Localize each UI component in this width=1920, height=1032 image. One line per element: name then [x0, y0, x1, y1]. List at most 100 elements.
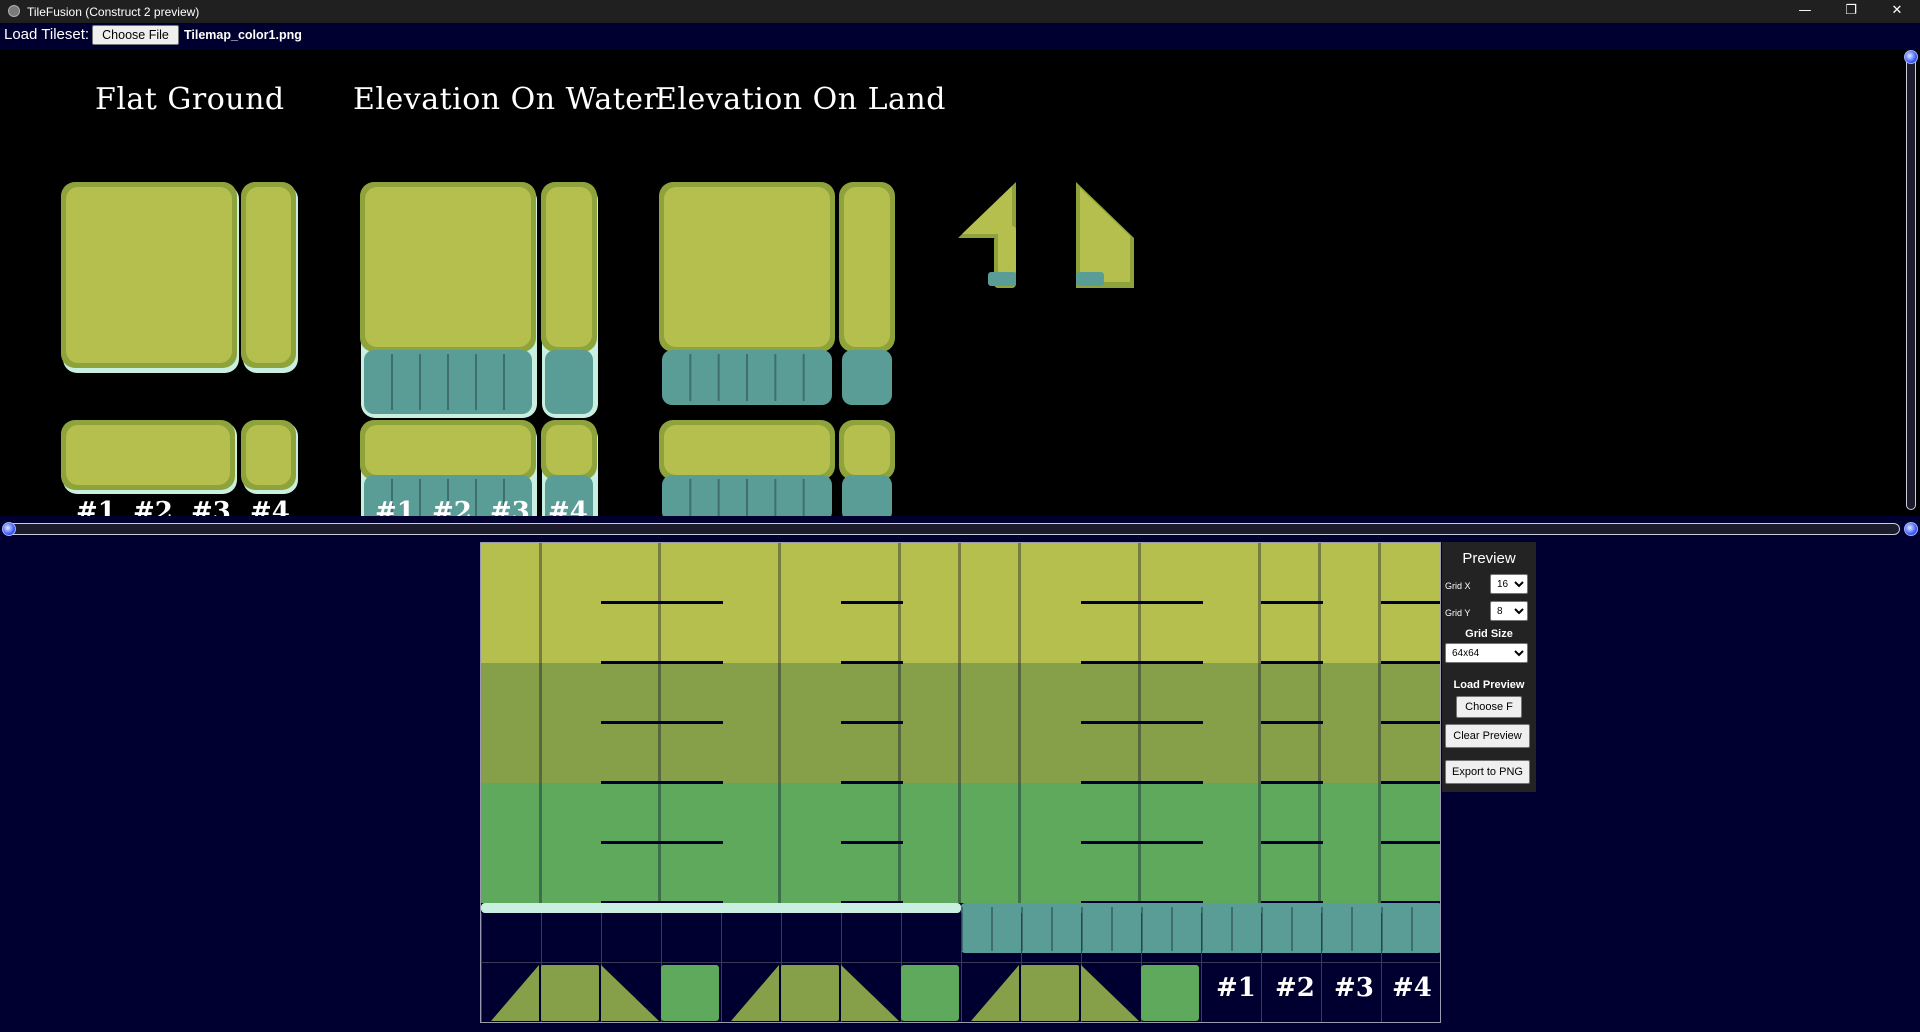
- preview-slope-tile: [1021, 965, 1079, 1021]
- preview-divider: [778, 783, 781, 903]
- flat-ground-col: [246, 187, 291, 363]
- load-preview-label: Load Preview: [1453, 679, 1525, 691]
- preview-notch: [1141, 841, 1203, 844]
- preview-gridline: [961, 913, 962, 1022]
- preview-divider: [1018, 783, 1021, 903]
- rock-seam: [746, 479, 748, 516]
- horizontal-scrollbar[interactable]: [0, 520, 1902, 536]
- preview-slope-tile: [1141, 965, 1199, 1021]
- preview-notch: [1081, 841, 1143, 844]
- preview-grid[interactable]: #1 #2 #3 #4: [480, 542, 1441, 1023]
- horizontal-scroll-track[interactable]: [4, 523, 1900, 535]
- water-elev-row: [365, 425, 531, 475]
- rock-cliff: [545, 350, 593, 414]
- vertical-scrollbar[interactable]: [1902, 50, 1920, 516]
- tileset-image: [61, 182, 1134, 516]
- preview-divider: [1138, 543, 1141, 663]
- rock-seam: [391, 354, 393, 410]
- vertical-scroll-thumb[interactable]: [1904, 50, 1918, 64]
- preview-slope-tile: [661, 965, 719, 1021]
- preview-notch: [1261, 841, 1323, 844]
- window-title: TileFusion (Construct 2 preview): [27, 5, 200, 19]
- preview-divider: [1318, 663, 1321, 783]
- preview-slope-tile: [781, 965, 839, 1021]
- preview-notch: [1381, 721, 1440, 724]
- preview-divider: [778, 663, 781, 783]
- rock-seam: [475, 479, 477, 516]
- preview-divider: [658, 783, 661, 903]
- rock-seam: [689, 479, 692, 516]
- water-elev-big: [365, 187, 531, 347]
- rock-seam: [447, 354, 449, 410]
- preview-rock-seam: [1351, 907, 1353, 951]
- land-elev-single: [844, 425, 890, 475]
- flat-ground-row: [66, 425, 230, 485]
- choose-file-button[interactable]: Choose File: [92, 25, 179, 45]
- preview-notch: [1141, 601, 1203, 604]
- horizontal-scroll-thumb[interactable]: [2, 522, 16, 536]
- preview-rock-seam: [1291, 907, 1293, 951]
- preview-divider: [1378, 543, 1381, 663]
- preview-notch: [601, 781, 663, 784]
- tileset-number-2: #2: [133, 497, 173, 516]
- clear-preview-button[interactable]: Clear Preview: [1445, 724, 1530, 748]
- rock-seam: [717, 354, 720, 401]
- preview-notch: [1261, 601, 1323, 604]
- tileset-number-1: #1: [76, 497, 116, 516]
- preview-divider: [1258, 543, 1261, 663]
- export-png-button[interactable]: Export to PNG: [1445, 760, 1530, 784]
- preview-rock-seam: [1231, 907, 1233, 951]
- preview-notch: [1141, 721, 1203, 724]
- preview-gridline: [721, 913, 722, 1022]
- tileset-number-4b: #4: [548, 497, 588, 516]
- heading-elevation-on-water: Elevation On Water: [353, 82, 659, 117]
- preview-rock-seam: [1171, 907, 1173, 951]
- close-icon[interactable]: ✕: [1874, 0, 1920, 23]
- preview-slope: [601, 965, 659, 1021]
- preview-notch: [1261, 781, 1323, 784]
- preview-notch: [601, 721, 663, 724]
- preview-slope: [731, 965, 779, 1021]
- tileset-canvas[interactable]: Flat Ground Elevation On Water Elevation…: [0, 50, 1902, 516]
- preview-notch: [841, 721, 903, 724]
- slope-left-rock: [988, 272, 1016, 286]
- preview-slope: [841, 965, 899, 1021]
- toolbar: Load Tileset: Choose File Tilemap_color1…: [0, 23, 1920, 49]
- land-elev-big: [664, 187, 830, 347]
- restore-icon[interactable]: ❐: [1828, 0, 1874, 23]
- vertical-scroll-track[interactable]: [1906, 54, 1916, 510]
- rock-cliff: [842, 475, 892, 516]
- preview-notch: [661, 601, 723, 604]
- preview-notch: [1081, 721, 1143, 724]
- tileset-number-2b: #2: [432, 497, 472, 516]
- slope-right-rock: [1076, 272, 1104, 286]
- preview-notch: [1261, 661, 1323, 664]
- preview-notch: [1381, 841, 1440, 844]
- preview-notch: [1081, 661, 1143, 664]
- preview-gridline: [481, 913, 482, 1022]
- grid-x-select[interactable]: 16: [1490, 574, 1528, 594]
- grid-size-select[interactable]: 64x64: [1445, 643, 1528, 663]
- rock-seam: [419, 479, 421, 516]
- preview-divider: [1018, 663, 1021, 783]
- water-elev-col: [546, 187, 592, 347]
- preview-rock-seam: [1111, 907, 1113, 951]
- rock-seam: [774, 354, 777, 401]
- preview-divider: [1018, 543, 1021, 663]
- vertical-scroll-bottom-thumb[interactable]: [1904, 522, 1918, 536]
- rock-seam: [774, 479, 777, 516]
- preview-divider: [898, 663, 901, 783]
- preview-notch: [1141, 781, 1203, 784]
- preview-notch: [661, 781, 723, 784]
- load-preview-choose-button[interactable]: Choose F: [1456, 696, 1522, 718]
- preview-panel: Preview Grid X 16 Grid Y 8 Grid Size 64x…: [1442, 542, 1536, 792]
- tileset-number-4: #4: [250, 497, 290, 516]
- rock-seam: [475, 354, 477, 410]
- slope-left-base-top: [998, 226, 1016, 274]
- preview-divider: [658, 663, 661, 783]
- grid-y-select[interactable]: 8: [1490, 601, 1528, 621]
- preview-notch: [841, 601, 903, 604]
- preview-notch: [841, 841, 903, 844]
- preview-notch: [601, 601, 663, 604]
- minimize-icon[interactable]: —: [1782, 0, 1828, 23]
